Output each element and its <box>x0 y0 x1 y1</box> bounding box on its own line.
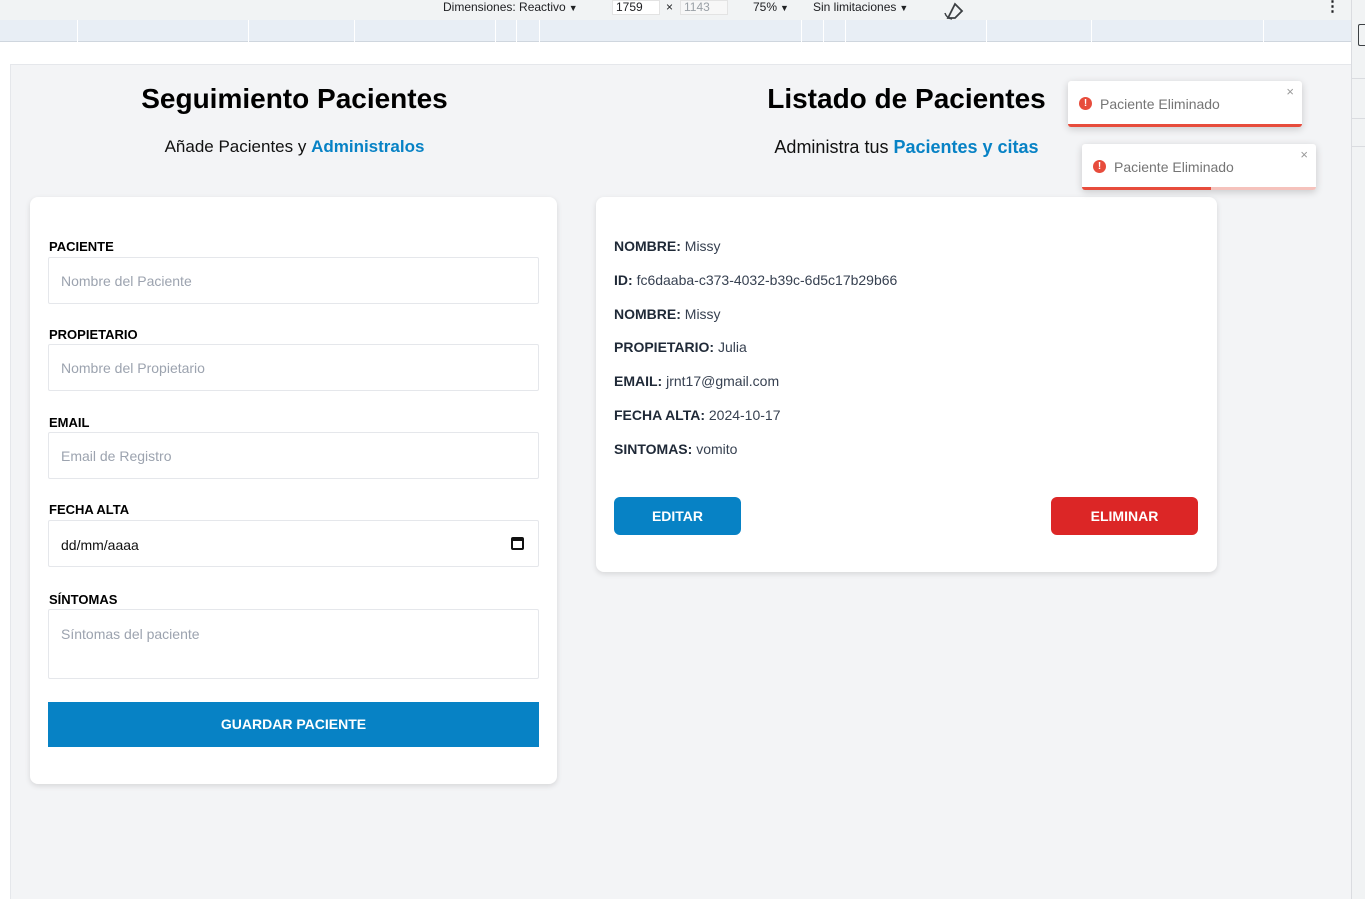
patient-name-placeholder: Nombre del Paciente <box>61 273 192 289</box>
ruler-divider <box>77 20 78 42</box>
height-input[interactable]: 1143 <box>680 0 728 15</box>
calendar-icon[interactable] <box>511 537 524 550</box>
field-key: ID: <box>614 272 633 288</box>
field-value: Missy <box>684 306 721 322</box>
ruler-divider <box>823 20 824 42</box>
times-sign: × <box>666 0 674 14</box>
toast-notification: ! Paciente Eliminado × <box>1082 144 1316 190</box>
field-key: Email: <box>614 373 663 389</box>
field-key: Propietario: <box>614 339 715 355</box>
ruler-divider <box>1263 20 1264 42</box>
form-title: Seguimiento Pacientes <box>141 83 448 114</box>
owner-input[interactable]: Nombre del Propietario <box>48 344 539 391</box>
edit-button[interactable]: Editar <box>614 497 741 535</box>
patient-field-id: ID: fc6daaba-c373-4032-b39c-6d5c17b29b66 <box>614 272 897 288</box>
email-input[interactable]: Email de Registro <box>48 432 539 479</box>
more-options-icon[interactable]: ⋮ <box>1325 0 1340 20</box>
patient-name-input[interactable]: Nombre del Paciente <box>48 257 539 304</box>
width-input[interactable]: 1759 <box>612 0 660 15</box>
email-placeholder: Email de Registro <box>61 448 172 464</box>
patient-field-email: Email: jrnt17@gmail.com <box>614 373 779 389</box>
dimensions-label: Dimensiones: Reactivo <box>443 0 566 14</box>
gutter-divider <box>1352 118 1365 119</box>
ruler-divider <box>1091 20 1092 42</box>
toast-progress <box>1082 187 1211 190</box>
patient-name-label: Paciente <box>49 239 114 254</box>
date-placeholder: dd/mm/aaaa <box>61 537 139 553</box>
owner-label: Propietario <box>49 327 138 342</box>
gutter-divider <box>1352 146 1365 147</box>
ruler-divider <box>539 20 540 42</box>
field-value: Missy <box>684 238 721 254</box>
list-subtitle-text: Administra tus <box>774 137 894 157</box>
patient-field-owner: Propietario: Julia <box>614 339 747 355</box>
field-value: vomito <box>696 441 738 457</box>
page-viewport: Seguimiento Pacientes Añade Pacientes y … <box>10 64 1351 899</box>
devtools-side-gutter <box>1351 0 1365 899</box>
list-subtitle-accent: Pacientes y citas <box>893 137 1039 157</box>
symptoms-placeholder: Síntomas del paciente <box>61 626 200 642</box>
zoom-dropdown[interactable]: 75% ▼ <box>753 0 789 20</box>
form-subtitle-text: Añade Pacientes y <box>164 137 312 156</box>
field-key: Nombre: <box>614 306 681 322</box>
throttling-dropdown[interactable]: Sin limitaciones ▼ <box>813 0 908 20</box>
toast-message: Paciente Eliminado <box>1114 159 1234 175</box>
form-subtitle-accent: Administralos <box>311 137 425 156</box>
gutter-divider <box>1352 78 1365 79</box>
patient-card: Nombre: Missy ID: fc6daaba-c373-4032-b39… <box>596 197 1217 572</box>
owner-placeholder: Nombre del Propietario <box>61 360 205 376</box>
field-value: jrnt17@gmail.com <box>666 373 780 389</box>
throttling-label: Sin limitaciones <box>813 0 897 14</box>
patient-field-date: Fecha Alta: 2024-10-17 <box>614 407 781 423</box>
field-key: Nombre: <box>614 238 681 254</box>
form-subtitle: Añade Pacientes y Administralos <box>11 137 578 157</box>
rotate-icon[interactable] <box>942 0 968 20</box>
field-key: Fecha Alta: <box>614 407 705 423</box>
close-icon[interactable]: × <box>1300 147 1308 162</box>
patient-form: Paciente Nombre del Paciente Propietario… <box>30 197 557 784</box>
caret-down-icon: ▼ <box>899 3 909 13</box>
symptoms-textarea[interactable]: Síntomas del paciente <box>48 609 539 679</box>
patient-field-symptoms: Sintomas: vomito <box>614 441 737 457</box>
dock-icon[interactable] <box>1358 24 1365 46</box>
ruler-divider <box>516 20 517 42</box>
zoom-label: 75% <box>753 0 778 14</box>
date-label: Fecha Alta <box>49 502 130 517</box>
date-input[interactable]: dd/mm/aaaa <box>48 520 539 567</box>
caret-down-icon: ▼ <box>568 3 578 13</box>
email-label: Email <box>49 415 90 430</box>
close-icon[interactable]: × <box>1286 84 1294 99</box>
field-value: 2024-10-17 <box>708 407 781 423</box>
save-patient-button[interactable]: Guardar Paciente <box>48 702 539 747</box>
ruler-divider <box>354 20 355 42</box>
dimensions-dropdown[interactable]: Dimensiones: Reactivo ▼ <box>443 0 578 20</box>
field-value: fc6daaba-c373-4032-b39c-6d5c17b29b66 <box>636 272 898 288</box>
ruler-divider <box>986 20 987 42</box>
delete-button[interactable]: Eliminar <box>1051 497 1198 535</box>
field-value: Julia <box>717 339 747 355</box>
error-icon: ! <box>1079 97 1092 110</box>
ruler-divider <box>248 20 249 42</box>
toast-message: Paciente Eliminado <box>1100 96 1220 112</box>
toast-notification: ! Paciente Eliminado × <box>1068 81 1302 127</box>
symptoms-label: Síntomas <box>49 592 118 607</box>
ruler-divider <box>495 20 496 42</box>
patient-field-name: Nombre: Missy <box>614 306 721 322</box>
toast-progress <box>1068 124 1302 127</box>
ruler-divider <box>801 20 802 42</box>
media-query-ruler <box>0 20 1351 42</box>
field-key: Sintomas: <box>614 441 693 457</box>
ruler-divider <box>845 20 846 42</box>
devtools-toolbar: Dimensiones: Reactivo ▼ 1759 × 1143 75% ▼ … <box>0 0 1351 20</box>
caret-down-icon: ▼ <box>780 3 789 13</box>
error-icon: ! <box>1093 160 1106 173</box>
patient-field-name: Nombre: Missy <box>614 238 721 254</box>
